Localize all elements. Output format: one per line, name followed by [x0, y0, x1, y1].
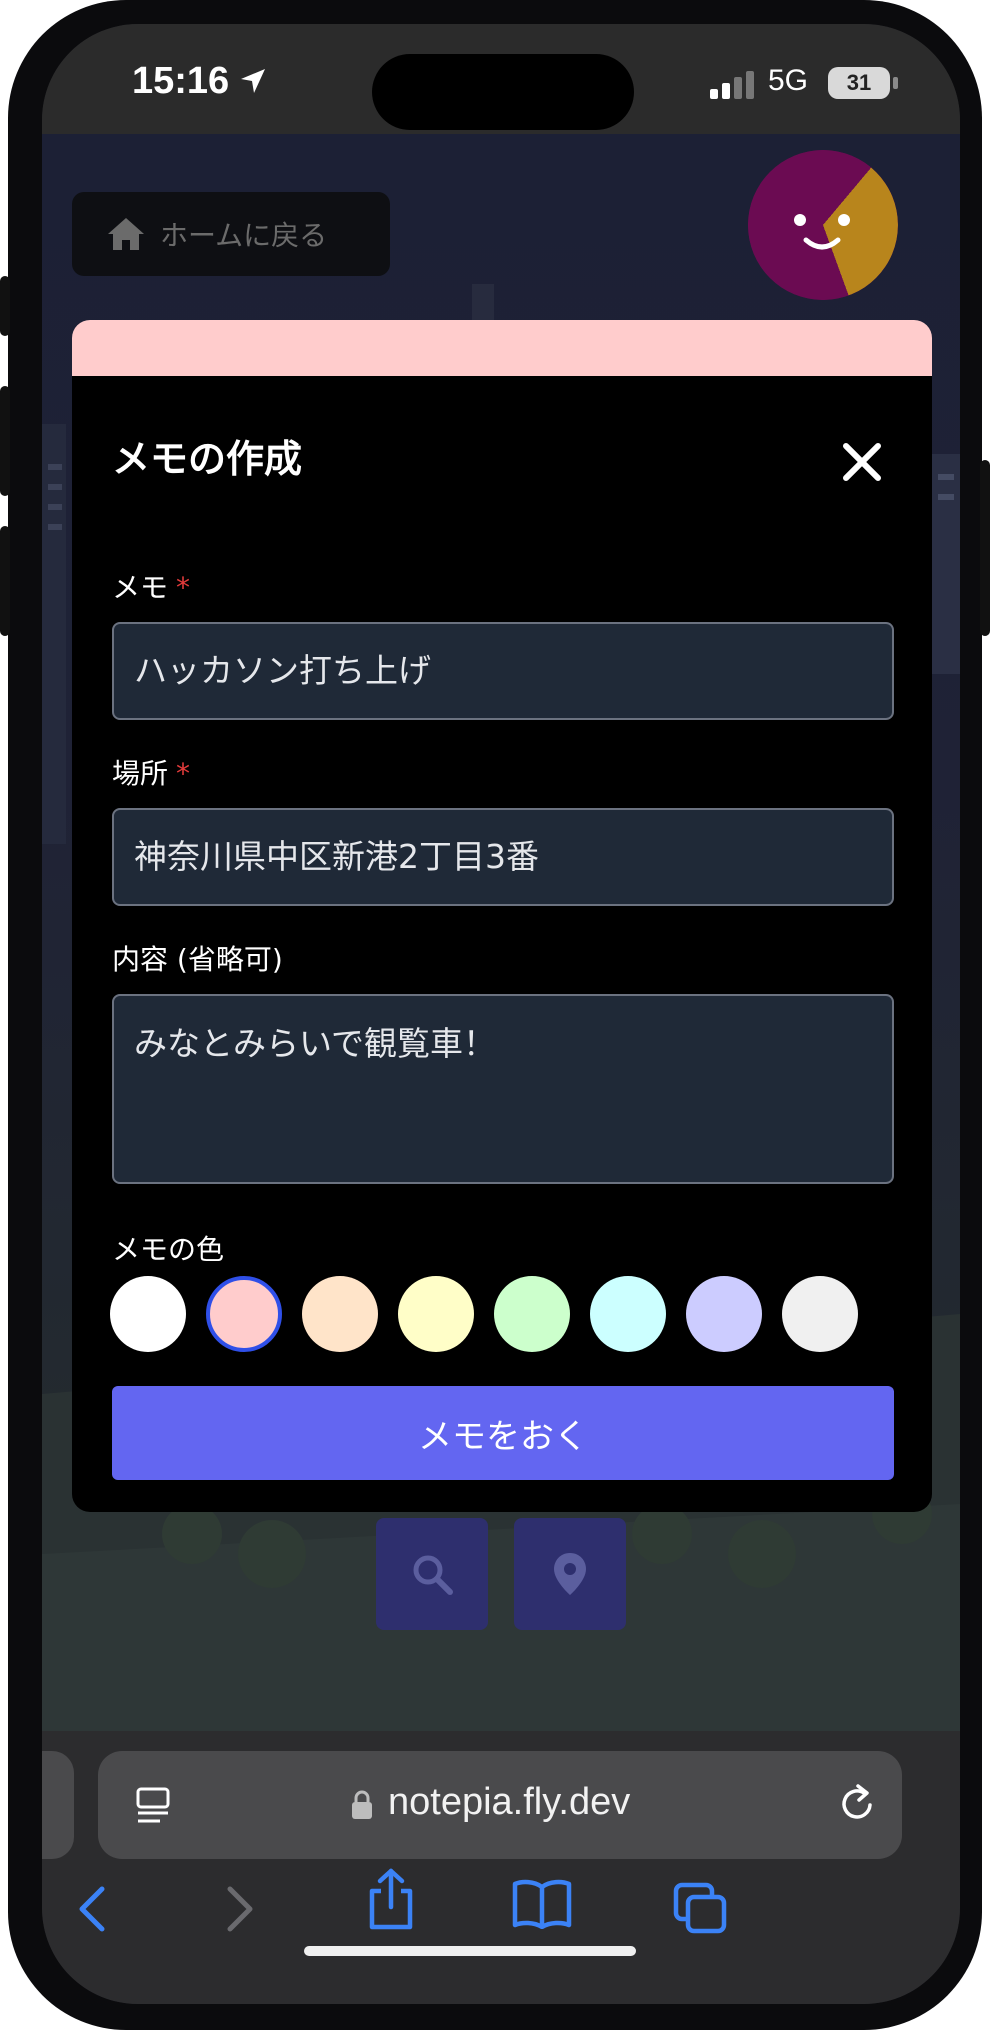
color-swatches: [110, 1276, 858, 1352]
network-type: 5G: [768, 64, 809, 97]
color-swatch[interactable]: [590, 1276, 666, 1352]
memo-input[interactable]: ハッカソン打ち上げ: [112, 622, 894, 720]
home-icon: [108, 218, 144, 250]
search-icon: [413, 1555, 453, 1595]
color-swatch[interactable]: [206, 1276, 282, 1352]
memo-input-value: ハッカソン打ち上げ: [134, 651, 431, 690]
memo-label-text: メモ: [112, 571, 169, 604]
forward-icon[interactable]: [220, 1883, 260, 1935]
phone-frame: 15:16 5G 31 ホームに戻る メモの作成 メモ * ハッカソン打ち上げ …: [0, 0, 990, 2030]
address-bar[interactable]: notepia.fly.dev: [98, 1751, 902, 1859]
map-pin-icon: [554, 1553, 586, 1595]
color-label: メモの色: [112, 1233, 225, 1266]
color-swatch[interactable]: [302, 1276, 378, 1352]
place-label-text: 場所: [112, 757, 169, 790]
home-button[interactable]: ホームに戻る: [72, 192, 390, 276]
volume-up-button: [0, 386, 10, 496]
home-button-label: ホームに戻る: [160, 219, 328, 252]
color-swatch[interactable]: [686, 1276, 762, 1352]
color-swatch[interactable]: [110, 1276, 186, 1352]
screen: 15:16 5G 31 ホームに戻る メモの作成 メモ * ハッカソン打ち上げ …: [42, 24, 960, 2004]
action-button: [0, 276, 10, 336]
required-mark: *: [176, 571, 191, 604]
smiley-face-icon: [794, 214, 850, 250]
content-textarea-value: みなとみらいで観覧車！: [134, 1024, 497, 1063]
browser-toolbar: notepia.fly.dev: [42, 1731, 960, 2004]
close-button[interactable]: [832, 432, 892, 492]
home-indicator: [304, 1946, 636, 1956]
back-icon[interactable]: [72, 1883, 112, 1935]
cellular-signal-icon: [710, 71, 754, 99]
status-time: 15:16: [132, 60, 230, 102]
battery-icon: 31: [828, 67, 890, 99]
power-button: [980, 460, 990, 636]
map-pin-button[interactable]: [514, 1518, 626, 1630]
create-memo-modal: メモの作成 メモ * ハッカソン打ち上げ 場所 * 神奈川県中区新港2丁目3番 内容…: [72, 376, 932, 1512]
required-mark: *: [176, 757, 191, 790]
place-memo-button[interactable]: メモをおく: [112, 1386, 894, 1480]
url-text: notepia.fly.dev: [388, 1781, 631, 1823]
place-label: 場所 *: [112, 752, 190, 792]
volume-down-button: [0, 526, 10, 636]
close-icon: [843, 443, 881, 481]
battery-level: 31: [846, 70, 872, 95]
status-bar: 15:16 5G 31: [42, 24, 960, 134]
reload-icon[interactable]: [834, 1781, 880, 1827]
place-input[interactable]: 神奈川県中区新港2丁目3番: [112, 808, 894, 906]
lock-icon: [352, 1790, 372, 1819]
location-arrow-icon: [241, 69, 265, 93]
previous-tab-peek[interactable]: [42, 1751, 74, 1859]
smiley-face-avatar[interactable]: [748, 150, 898, 300]
modal-title: メモの作成: [112, 437, 303, 481]
color-swatch[interactable]: [398, 1276, 474, 1352]
share-icon[interactable]: [364, 1867, 418, 1931]
search-button[interactable]: [376, 1518, 488, 1630]
place-input-value: 神奈川県中区新港2丁目3番: [134, 837, 539, 876]
color-swatch[interactable]: [782, 1276, 858, 1352]
color-swatch[interactable]: [494, 1276, 570, 1352]
reader-icon[interactable]: [134, 1785, 176, 1827]
dynamic-island: [372, 54, 634, 130]
memo-label: メモ *: [112, 566, 190, 606]
battery-tip: [893, 77, 898, 89]
bookmarks-icon[interactable]: [512, 1879, 572, 1929]
content-textarea[interactable]: みなとみらいで観覧車！: [112, 994, 894, 1184]
tabs-icon[interactable]: [672, 1881, 728, 1935]
content-label: 内容 (省略可): [112, 943, 283, 976]
